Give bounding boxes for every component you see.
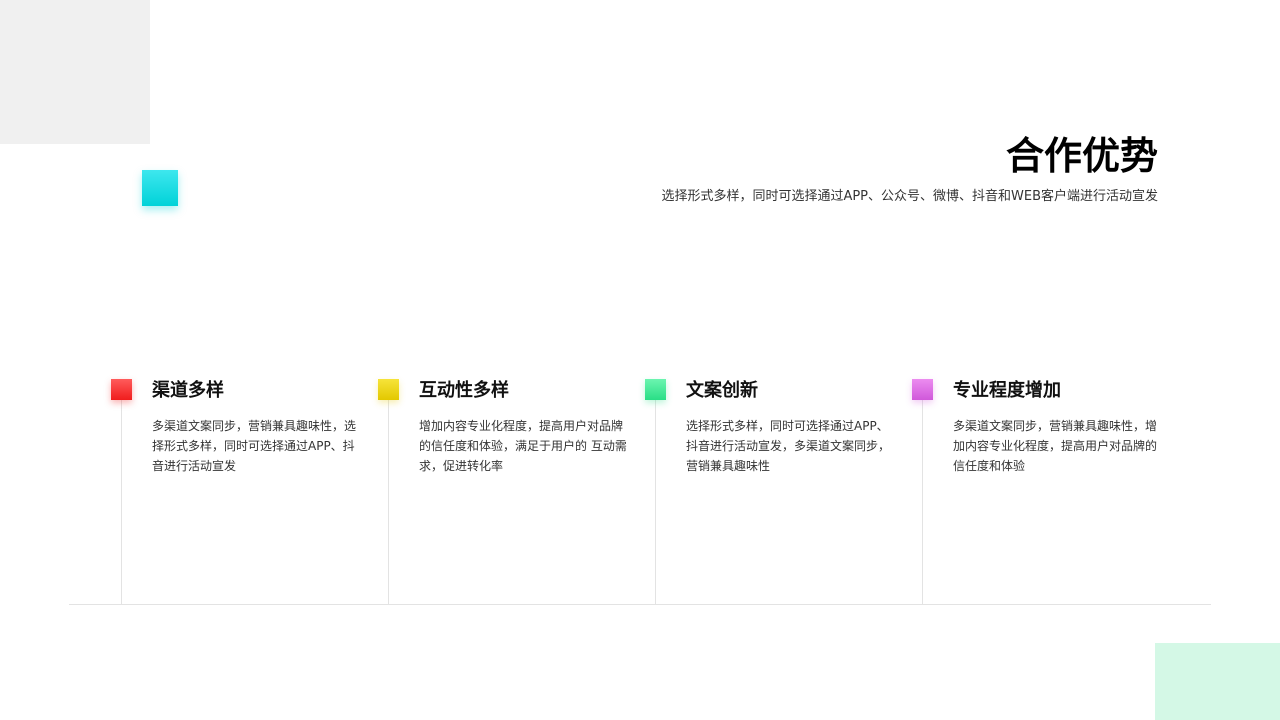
feature-column-interaction: 互动性多样 增加内容专业化程度，提高用户对品牌的信任度和体验，满足于用户的 互动…: [378, 378, 638, 604]
feature-column-professionalism: 专业程度增加 多渠道文案同步，营销兼具趣味性，增加内容专业化程度，提高用户对品牌…: [912, 378, 1172, 604]
feature-column-copywriting: 文案创新 选择形式多样，同时可选择通过APP、抖音进行活动宣发，多渠道文案同步，…: [645, 378, 905, 604]
accent-square-icon: [142, 170, 178, 206]
feature-column-channels: 渠道多样 多渠道文案同步，营销兼具趣味性，选择形式多样，同时可选择通过APP、抖…: [111, 378, 371, 604]
feature-title: 渠道多样: [152, 380, 224, 401]
feature-description: 选择形式多样，同时可选择通过APP、抖音进行活动宣发，多渠道文案同步，营销兼具趣…: [686, 419, 891, 473]
red-square-icon: [111, 379, 132, 400]
green-square-icon: [645, 379, 666, 400]
page-subtitle: 选择形式多样，同时可选择通过APP、公众号、微博、抖音和WEB客户端进行活动宣发: [661, 189, 1158, 204]
feature-title: 专业程度增加: [953, 380, 1061, 401]
feature-description: 多渠道文案同步，营销兼具趣味性，增加内容专业化程度，提高用户对品牌的信任度和体验: [953, 419, 1158, 473]
feature-title: 文案创新: [686, 380, 758, 401]
feature-description: 增加内容专业化程度，提高用户对品牌的信任度和体验，满足于用户的 互动需求，促进转…: [419, 419, 627, 473]
yellow-square-icon: [378, 379, 399, 400]
baseline-divider: [69, 604, 1211, 605]
column-divider: [388, 388, 389, 604]
purple-square-icon: [912, 379, 933, 400]
column-divider: [655, 388, 656, 604]
page-title: 合作优势: [1005, 134, 1158, 178]
column-divider: [922, 388, 923, 604]
feature-title: 互动性多样: [419, 380, 509, 401]
corner-decoration-top: [0, 0, 150, 144]
corner-decoration-bottom: [1155, 643, 1280, 720]
column-divider: [121, 388, 122, 604]
feature-description: 多渠道文案同步，营销兼具趣味性，选择形式多样，同时可选择通过APP、抖音进行活动…: [152, 419, 357, 473]
